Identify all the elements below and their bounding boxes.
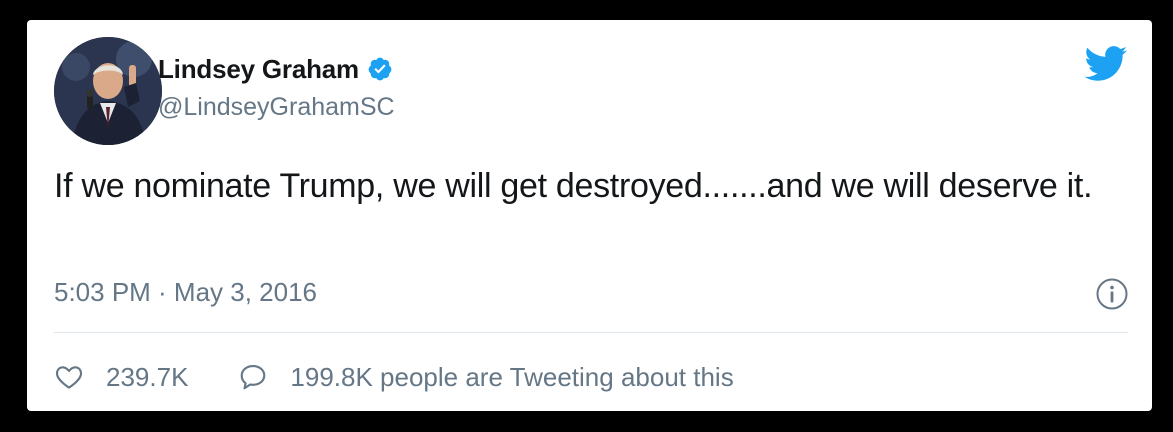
like-button[interactable]: 239.7K xyxy=(54,362,188,393)
avatar[interactable] xyxy=(54,37,162,145)
author-row: Lindsey Graham xyxy=(158,52,393,86)
tweeting-count: 199.8K people are Tweeting about this xyxy=(290,361,734,392)
like-count: 239.7K xyxy=(106,361,189,392)
tweet-actions: 239.7K 199.8K people are Tweeting about … xyxy=(54,357,734,397)
tweet-text: If we nominate Trump, we will get destro… xyxy=(54,167,1093,205)
verified-badge-icon xyxy=(367,56,393,82)
tweeting-link[interactable]: 199.8K people are Tweeting about this xyxy=(238,361,734,393)
heart-icon xyxy=(54,362,84,392)
info-icon[interactable] xyxy=(1095,277,1129,311)
speech-bubble-icon xyxy=(238,362,268,392)
image-frame: Lindsey Graham @LindseyGrahamSC If we no… xyxy=(0,0,1173,432)
twitter-bird-icon[interactable] xyxy=(1084,46,1128,82)
tweet-card: Lindsey Graham @LindseyGrahamSC If we no… xyxy=(27,20,1152,411)
divider xyxy=(54,332,1128,333)
author-handle[interactable]: @LindseyGrahamSC xyxy=(158,93,395,122)
timestamp-link[interactable]: 5:03 PM · May 3, 2016 xyxy=(54,277,317,308)
author-name[interactable]: Lindsey Graham xyxy=(158,54,359,85)
